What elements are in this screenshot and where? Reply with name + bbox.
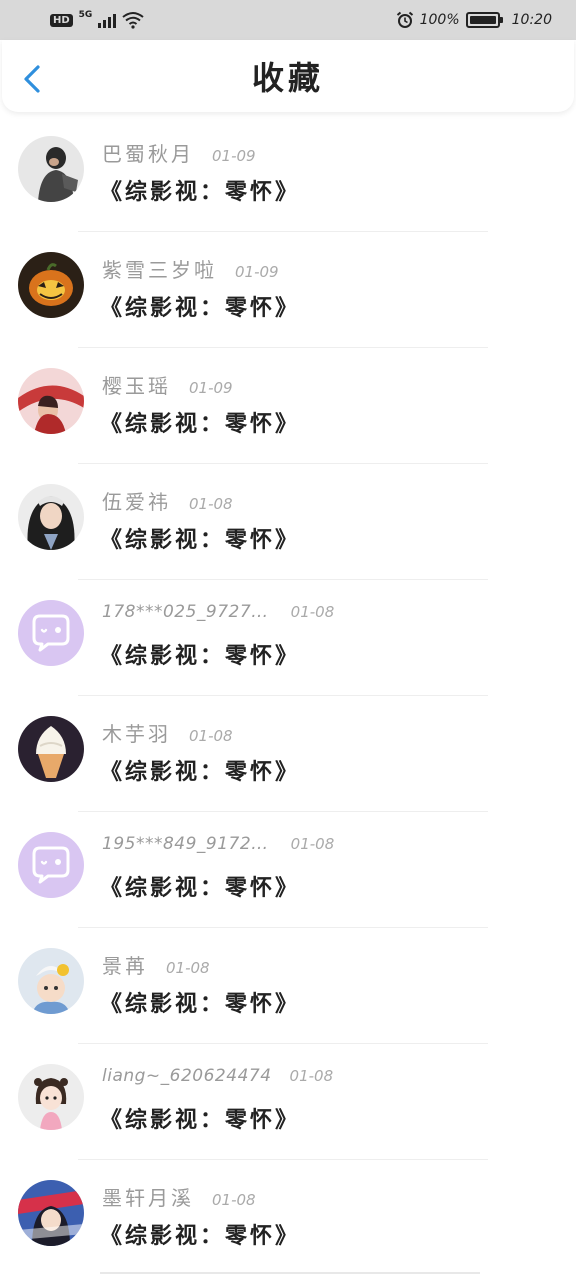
back-button[interactable] bbox=[20, 64, 44, 94]
user-name[interactable]: 木芋羽 bbox=[102, 718, 171, 747]
item-title[interactable]: 《综影视：零怀》 bbox=[100, 986, 300, 1018]
user-name[interactable]: 巴蜀秋月 bbox=[102, 138, 194, 167]
user-name[interactable]: 墨轩月溪 bbox=[102, 1182, 194, 1211]
item-date: 01-09 bbox=[189, 379, 233, 397]
list-item[interactable]: 景苒 01-08 《综影视：零怀》 bbox=[0, 928, 576, 1044]
item-meta: 伍爱祎 01-08 bbox=[102, 486, 233, 515]
favorites-list: 巴蜀秋月 01-09 《综影视：零怀》 紫雪三岁啦 01-09 《综影视：零怀》 bbox=[0, 116, 576, 1276]
avatar[interactable] bbox=[18, 136, 84, 202]
item-date: 01-08 bbox=[212, 1191, 256, 1209]
item-title[interactable]: 《综影视：零怀》 bbox=[100, 870, 300, 902]
list-item[interactable]: 195***849_9172… 01-08 《综影视：零怀》 bbox=[0, 812, 576, 928]
avatar[interactable] bbox=[18, 948, 84, 1014]
item-title[interactable]: 《综影视：零怀》 bbox=[100, 754, 300, 786]
list-item[interactable]: 樱玉瑶 01-09 《综影视：零怀》 bbox=[0, 348, 576, 464]
item-meta: 巴蜀秋月 01-09 bbox=[102, 138, 256, 167]
item-date: 01-08 bbox=[166, 959, 210, 977]
avatar[interactable] bbox=[18, 716, 84, 782]
item-meta: 195***849_9172… 01-08 bbox=[102, 834, 334, 854]
item-meta: 墨轩月溪 01-08 bbox=[102, 1182, 256, 1211]
user-name[interactable]: 紫雪三岁啦 bbox=[102, 254, 217, 283]
user-name[interactable]: 景苒 bbox=[102, 950, 148, 979]
item-date: 01-08 bbox=[290, 835, 335, 853]
list-item[interactable]: 伍爱祎 01-08 《综影视：零怀》 bbox=[0, 464, 576, 580]
network-type: 5G bbox=[78, 10, 93, 20]
chevron-left-icon bbox=[24, 65, 40, 93]
item-date: 01-08 bbox=[289, 1067, 334, 1085]
bottom-divider bbox=[100, 1272, 480, 1274]
default-chat-icon bbox=[18, 600, 84, 666]
signal-icon bbox=[98, 12, 117, 28]
wifi-icon bbox=[122, 12, 144, 29]
battery-icon bbox=[465, 12, 503, 28]
hd-badge: HD bbox=[50, 13, 73, 27]
item-title[interactable]: 《综影视：零怀》 bbox=[100, 1218, 300, 1250]
item-date: 01-08 bbox=[290, 603, 335, 621]
item-date: 01-09 bbox=[212, 147, 256, 165]
list-item[interactable]: 紫雪三岁啦 01-09 《综影视：零怀》 bbox=[0, 232, 576, 348]
item-title[interactable]: 《综影视：零怀》 bbox=[100, 174, 300, 206]
top-bar: 收藏 bbox=[2, 40, 574, 112]
item-meta: 樱玉瑶 01-09 bbox=[102, 370, 233, 399]
avatar[interactable] bbox=[18, 1064, 84, 1130]
user-name[interactable]: 178***025_9727… bbox=[102, 602, 269, 622]
avatar[interactable] bbox=[18, 832, 84, 898]
item-date: 01-08 bbox=[189, 495, 233, 513]
item-date: 01-09 bbox=[235, 263, 279, 281]
item-title[interactable]: 《综影视：零怀》 bbox=[100, 406, 300, 438]
list-item[interactable]: 木芋羽 01-08 《综影视：零怀》 bbox=[0, 696, 576, 812]
list-item[interactable]: 178***025_9727… 01-08 《综影视：零怀》 bbox=[0, 580, 576, 696]
item-meta: 紫雪三岁啦 01-09 bbox=[102, 254, 279, 283]
user-name[interactable]: 伍爱祎 bbox=[102, 486, 171, 515]
item-title[interactable]: 《综影视：零怀》 bbox=[100, 522, 300, 554]
status-left: HD 5G bbox=[50, 10, 144, 29]
item-meta: liang~_620624474 01-08 bbox=[102, 1066, 333, 1086]
list-item[interactable]: liang~_620624474 01-08 《综影视：零怀》 bbox=[0, 1044, 576, 1160]
battery-percent: 100% bbox=[419, 12, 460, 28]
item-meta: 178***025_9727… 01-08 bbox=[102, 602, 334, 622]
avatar[interactable] bbox=[18, 252, 84, 318]
avatar[interactable] bbox=[18, 1180, 84, 1246]
status-right: 100% 10:20 bbox=[396, 11, 552, 29]
user-name[interactable]: liang~_620624474 bbox=[102, 1066, 272, 1086]
user-name[interactable]: 樱玉瑶 bbox=[102, 370, 171, 399]
item-meta: 景苒 01-08 bbox=[102, 950, 210, 979]
list-item[interactable]: 墨轩月溪 01-08 《综影视：零怀》 bbox=[0, 1160, 576, 1276]
default-chat-icon bbox=[18, 832, 84, 898]
item-title[interactable]: 《综影视：零怀》 bbox=[100, 1102, 300, 1134]
status-bar: HD 5G 100% 10:20 bbox=[0, 0, 576, 40]
clock-time: 10:20 bbox=[511, 12, 552, 28]
item-title[interactable]: 《综影视：零怀》 bbox=[100, 638, 300, 670]
page-title: 收藏 bbox=[251, 59, 324, 97]
item-date: 01-08 bbox=[189, 727, 233, 745]
item-meta: 木芋羽 01-08 bbox=[102, 718, 233, 747]
user-name[interactable]: 195***849_9172… bbox=[102, 834, 269, 854]
alarm-icon bbox=[396, 11, 413, 28]
avatar[interactable] bbox=[18, 484, 84, 550]
avatar[interactable] bbox=[18, 600, 84, 666]
list-item[interactable]: 巴蜀秋月 01-09 《综影视：零怀》 bbox=[0, 116, 576, 232]
item-title[interactable]: 《综影视：零怀》 bbox=[100, 290, 300, 322]
avatar[interactable] bbox=[18, 368, 84, 434]
